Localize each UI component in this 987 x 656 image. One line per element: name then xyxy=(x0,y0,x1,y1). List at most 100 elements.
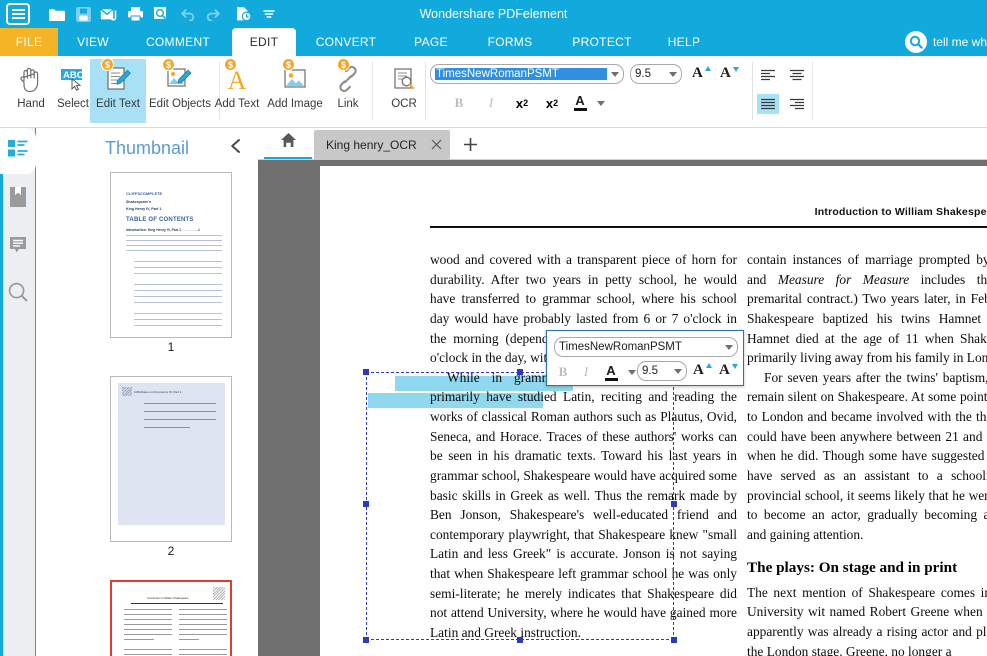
resize-handle-n[interactable] xyxy=(517,369,523,375)
header-rule xyxy=(430,226,987,228)
chevron-down-icon[interactable] xyxy=(611,72,619,77)
align-right-button[interactable] xyxy=(786,94,808,114)
add-text-icon: A $ xyxy=(222,59,252,99)
resize-handle-sw[interactable] xyxy=(363,637,369,643)
align-center-button[interactable] xyxy=(786,65,808,85)
email-attachment-icon[interactable] xyxy=(96,2,122,26)
premium-badge: $ xyxy=(337,58,350,71)
title-bar: Wondershare PDFelement xyxy=(0,0,987,28)
menu-tab-convert[interactable]: CONVERT xyxy=(300,28,392,56)
document-viewport[interactable]: Introduction to William Shakespeare 3 wo… xyxy=(258,160,987,656)
premium-badge: $ xyxy=(101,58,114,71)
tell-me-search-box[interactable]: tell me wh xyxy=(901,30,987,54)
chevron-left-icon[interactable] xyxy=(229,138,242,158)
menu-tab-help[interactable]: HELP xyxy=(653,28,715,56)
sidebar-item-thumbnails[interactable] xyxy=(0,128,36,174)
sidebar-item-bookmarks[interactable] xyxy=(0,176,36,222)
save-file-icon[interactable] xyxy=(70,2,96,26)
resize-handle-s[interactable] xyxy=(517,637,523,643)
tool-edit-text[interactable]: $ Edit Text xyxy=(90,59,146,123)
recent-history-icon[interactable] xyxy=(230,2,256,26)
menu-tab-page[interactable]: PAGE xyxy=(398,28,464,56)
font-family-combobox[interactable]: TimesNewRomanPSMT xyxy=(430,64,624,84)
resize-handle-se[interactable] xyxy=(671,637,677,643)
print-icon[interactable] xyxy=(122,2,148,26)
font-family-value: TimesNewRomanPSMT xyxy=(435,68,607,80)
sidebar-search-icon xyxy=(8,282,29,308)
subscript-base: x xyxy=(546,96,553,111)
font-color-chevron-down-icon[interactable] xyxy=(597,101,605,106)
popup-italic-button[interactable]: I xyxy=(578,363,594,381)
chevron-down-icon[interactable] xyxy=(669,72,677,77)
popup-font-color-chevron-down-icon[interactable] xyxy=(628,370,636,375)
popup-font-color-swatch xyxy=(605,378,618,381)
document-right-column[interactable]: contain instances of marriage prompted b… xyxy=(747,250,987,656)
zoom-search-icon[interactable] xyxy=(148,2,174,26)
overflow-chevron-icon[interactable] xyxy=(256,2,282,26)
tool-add-text[interactable]: A $ Add Text xyxy=(210,59,264,123)
paragraph-right-1: contain instances of marriage prompted b… xyxy=(747,250,987,368)
menu-tab-view[interactable]: VIEW xyxy=(58,28,128,56)
tool-ocr[interactable]: OCR xyxy=(378,59,430,123)
floating-font-toolbar[interactable]: TimesNewRomanPSMT B I A 9.5 A A xyxy=(546,330,744,386)
resize-handle-e[interactable] xyxy=(671,501,677,507)
open-file-icon[interactable] xyxy=(44,2,70,26)
increase-font-size-button[interactable]: A xyxy=(692,64,712,84)
font-color-button[interactable]: A xyxy=(570,91,590,113)
tool-edit-objects[interactable]: $ Edit Objects xyxy=(146,59,214,123)
subscript-exp: 2 xyxy=(553,98,558,108)
thumbnail-item-2[interactable]: CliffsNotes on King Henry IV, Part 1 2 xyxy=(110,376,232,558)
chevron-down-icon[interactable] xyxy=(674,369,682,374)
thumbnail-list[interactable]: CLIFFSCOMPLETE Shakespeare's King Henry … xyxy=(36,168,258,656)
tool-hand-label: Hand xyxy=(17,98,45,110)
bold-button[interactable]: B xyxy=(450,94,468,112)
popup-bold-button[interactable]: B xyxy=(555,363,571,381)
resize-handle-nw[interactable] xyxy=(363,369,369,375)
document-tab[interactable]: King henry_OCR xyxy=(314,130,450,160)
quick-access-toolbar xyxy=(0,0,282,28)
decrease-font-size-button[interactable]: A xyxy=(720,64,740,84)
undo-icon[interactable] xyxy=(174,2,200,26)
tool-add-image[interactable]: $ Add Image xyxy=(264,59,326,123)
thumbnail-page-number: 2 xyxy=(110,544,232,558)
italic-button[interactable]: I xyxy=(482,94,500,112)
chevron-down-icon[interactable] xyxy=(725,345,733,350)
thumbnail-item-3[interactable]: Introduction to William Shakespeare xyxy=(110,580,232,656)
close-icon[interactable] xyxy=(431,138,442,152)
hamburger-menu-icon[interactable] xyxy=(6,3,30,25)
popup-font-color-button[interactable]: A xyxy=(602,361,620,383)
home-tab-button[interactable] xyxy=(264,128,312,159)
page-running-header: Introduction to William Shakespeare xyxy=(815,206,987,218)
thumbnail-panel: Thumbnail CLIFFSCOMPLETE Shakespeare's K… xyxy=(36,128,258,656)
menu-tab-file[interactable]: FILE xyxy=(0,28,58,56)
triangle-up-icon xyxy=(705,66,711,71)
premium-badge: $ xyxy=(162,58,175,71)
menu-tab-forms[interactable]: FORMS xyxy=(473,28,547,56)
link-icon: $ xyxy=(333,59,363,99)
popup-font-size-combobox[interactable]: 9.5 xyxy=(637,361,687,381)
menu-tab-protect[interactable]: PROTECT xyxy=(560,28,644,56)
document-tab-label: King henry_OCR xyxy=(326,138,417,152)
resize-handle-w[interactable] xyxy=(363,501,369,507)
align-justify-button[interactable] xyxy=(757,94,779,114)
align-left-button[interactable] xyxy=(757,65,779,85)
thumbnail-page-preview: CliffsNotes on King Henry IV, Part 1 xyxy=(110,376,232,542)
document-left-column[interactable]: wood and covered with a transparent piec… xyxy=(430,250,737,643)
superscript-button[interactable]: x2 xyxy=(512,94,532,112)
tool-link[interactable]: $ Link xyxy=(326,59,370,123)
sidebar-item-annotations[interactable] xyxy=(0,224,36,270)
menu-tab-comment[interactable]: COMMENT xyxy=(128,28,228,56)
popup-decrease-font-size-button[interactable]: A xyxy=(719,361,739,381)
menu-tab-edit[interactable]: EDIT xyxy=(232,28,296,56)
popup-increase-font-size-button[interactable]: A xyxy=(693,361,713,381)
sidebar-item-search[interactable] xyxy=(0,272,36,318)
font-size-combobox[interactable]: 9.5 xyxy=(630,64,682,84)
premium-badge: $ xyxy=(224,58,237,71)
triangle-up-icon xyxy=(706,363,712,368)
redo-icon[interactable] xyxy=(200,2,226,26)
subscript-button[interactable]: x2 xyxy=(542,94,562,112)
thumbnail-item-1[interactable]: CLIFFSCOMPLETE Shakespeare's King Henry … xyxy=(110,172,232,354)
new-tab-button[interactable] xyxy=(458,132,482,156)
premium-badge: $ xyxy=(282,58,295,71)
popup-font-family-combobox[interactable]: TimesNewRomanPSMT xyxy=(554,337,738,357)
